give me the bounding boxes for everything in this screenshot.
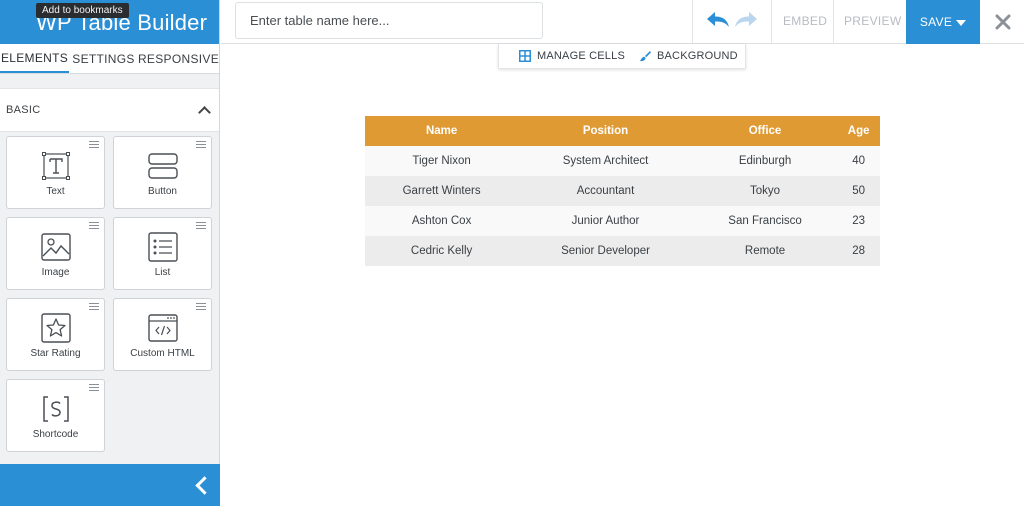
tab-settings[interactable]: SETTINGS [69,44,138,73]
divider [833,0,834,44]
chevron-up-icon[interactable] [199,105,209,115]
table-cell[interactable]: Edinburgh [692,146,838,176]
header-cell[interactable]: Age [837,116,880,146]
element-shortcode[interactable]: Shortcode [6,379,105,452]
table-name-input[interactable] [235,2,543,39]
table-row: Garrett Winters Accountant Tokyo 50 [365,176,880,206]
caret-down-icon [956,19,967,26]
sidebar-header: WP Table Builder Add to bookmarks [0,0,219,44]
table-cell[interactable]: 28 [837,236,880,266]
drag-handle-icon[interactable] [89,384,99,392]
text-icon [41,152,70,180]
table-cell[interactable]: Accountant [518,176,693,206]
drag-handle-icon[interactable] [89,222,99,230]
element-label: Image [41,267,70,278]
tab-responsive[interactable]: RESPONSIVE [138,44,219,73]
close-icon[interactable] [989,8,1017,36]
code-icon [147,314,178,342]
undo-icon[interactable] [705,9,731,31]
header-cell[interactable]: Name [365,116,519,146]
drag-handle-icon[interactable] [196,303,206,311]
divider [692,0,693,44]
drag-handle-icon[interactable] [196,222,206,230]
table-row: Tiger Nixon System Architect Edinburgh 4… [365,146,880,176]
sidebar: WP Table Builder Add to bookmarks ELEMEN… [0,0,220,506]
tab-elements[interactable]: ELEMENTS [0,44,69,73]
element-list[interactable]: List [113,217,212,290]
header-cell[interactable]: Office [692,116,838,146]
button-icon [147,153,178,179]
element-label: List [154,267,171,278]
star-icon [40,313,71,343]
app-window: WP Table Builder Add to bookmarks ELEMEN… [0,0,1024,506]
background-button[interactable]: BACKGROUND [639,50,738,62]
list-icon [147,232,178,262]
grid-icon [519,50,531,62]
elements-grid: Text Button Image List Star Rating Custo… [6,136,212,452]
table-row: Ashton Cox Junior Author San Francisco 2… [365,206,880,236]
table-cell[interactable]: Tiger Nixon [365,146,519,176]
chevron-left-icon[interactable] [192,475,212,495]
save-label: SAVE [919,15,953,29]
table-cell[interactable]: 50 [837,176,880,206]
element-text[interactable]: Text [6,136,105,209]
table-row: Cedric Kelly Senior Developer Remote 28 [365,236,880,266]
shortcode-icon [42,396,69,422]
header-cell[interactable]: Position [518,116,693,146]
sidebar-tabs: ELEMENTS SETTINGS RESPONSIVE [0,44,219,74]
table-cell[interactable]: 23 [837,206,880,236]
embed-button[interactable]: EMBED [783,14,827,28]
manage-cells-button[interactable]: MANAGE CELLS [519,50,625,62]
table-cell[interactable]: Junior Author [518,206,693,236]
image-icon [40,233,71,261]
section-basic-header[interactable]: BASIC [0,88,219,132]
element-label: Text [46,186,65,197]
drag-handle-icon[interactable] [89,303,99,311]
element-image[interactable]: Image [6,217,105,290]
cell-toolbar: MANAGE CELLS BACKGROUND [498,44,746,69]
element-button[interactable]: Button [113,136,212,209]
drag-handle-icon[interactable] [196,141,206,149]
table-cell[interactable]: Senior Developer [518,236,693,266]
element-label: Custom HTML [130,348,195,359]
table-cell[interactable]: San Francisco [692,206,838,236]
table-cell[interactable]: Remote [692,236,838,266]
table-cell[interactable]: 40 [837,146,880,176]
preview-button[interactable]: PREVIEW [844,14,901,28]
sidebar-footer [0,464,220,506]
paint-brush-icon [639,51,651,62]
element-custom-html[interactable]: Custom HTML [113,298,212,371]
section-basic-label: BASIC [6,104,41,116]
table-cell[interactable]: System Architect [518,146,693,176]
table-cell[interactable]: Tokyo [692,176,838,206]
table-cell[interactable]: Cedric Kelly [365,236,519,266]
table-cell[interactable]: Ashton Cox [365,206,519,236]
top-bar: EMBED PREVIEW SAVE [221,0,1024,44]
element-label: Button [148,186,177,197]
table-header-row: Name Position Office Age [365,116,880,146]
background-label: BACKGROUND [656,50,738,62]
element-label: Shortcode [32,429,79,440]
element-star-rating[interactable]: Star Rating [6,298,105,371]
divider [771,0,772,44]
element-label: Star Rating [30,348,81,359]
manage-cells-label: MANAGE CELLS [537,50,625,62]
table-cell[interactable]: Garrett Winters [365,176,519,206]
save-button[interactable]: SAVE [906,0,980,44]
bookmark-tooltip: Add to bookmarks [36,3,129,18]
data-table: Name Position Office Age Tiger Nixon Sys… [365,116,880,266]
drag-handle-icon[interactable] [89,141,99,149]
redo-icon[interactable] [733,9,759,31]
